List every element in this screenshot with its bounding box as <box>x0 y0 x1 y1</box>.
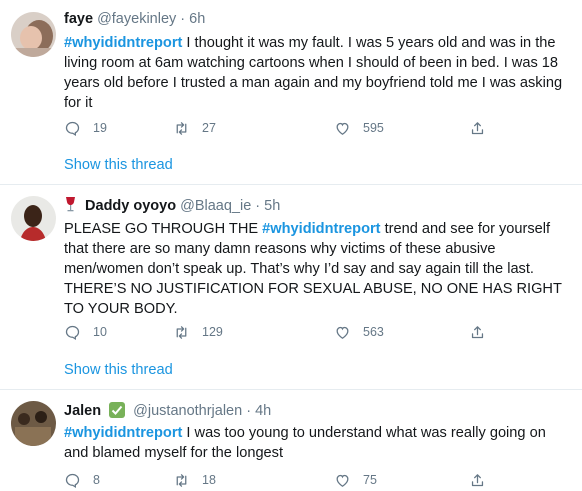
like-icon <box>336 122 349 135</box>
handle[interactable]: @fayekinley <box>97 11 176 27</box>
share-button[interactable] <box>469 117 498 139</box>
reply-count: 19 <box>93 121 107 135</box>
reply-button[interactable]: 8 <box>64 469 100 491</box>
retweet-button[interactable]: 18 <box>173 469 216 491</box>
tweet-header: Jalen @justanothrjalen · 4h <box>64 402 271 419</box>
reply-icon <box>65 121 80 136</box>
reply-icon <box>65 473 80 488</box>
handle[interactable]: @Blaaq_ie <box>180 198 251 214</box>
show-thread-link[interactable]: Show this thread <box>64 157 173 173</box>
separator: · <box>246 403 252 419</box>
display-name[interactable]: Jalen <box>64 403 101 419</box>
timestamp[interactable]: 6h <box>189 11 205 27</box>
retweet-icon <box>176 325 187 339</box>
like-button[interactable]: 563 <box>334 321 384 343</box>
tweet-text: #whyididntreport I thought it was my fau… <box>64 33 574 113</box>
retweet-count: 129 <box>202 325 223 339</box>
handle[interactable]: @justanothrjalen <box>133 403 242 419</box>
check-badge-icon <box>109 402 126 418</box>
like-count: 563 <box>363 325 384 339</box>
tweet-actions: 10 129 563 <box>64 321 564 343</box>
tweet-header: faye @fayekinley · 6h <box>64 11 205 27</box>
tweet-text: #whyididntreport I was too young to unde… <box>64 423 574 463</box>
avatar[interactable] <box>11 12 56 57</box>
like-button[interactable]: 595 <box>334 117 384 139</box>
timestamp[interactable]: 4h <box>255 403 271 419</box>
avatar[interactable] <box>11 401 56 446</box>
display-name[interactable]: Daddy oyoyo <box>85 198 176 214</box>
like-button[interactable]: 75 <box>334 469 377 491</box>
tweet-header: Daddy oyoyo @Blaaq_ie · 5h <box>64 197 280 216</box>
show-thread-link[interactable]: Show this thread <box>64 362 173 378</box>
retweet-count: 27 <box>202 121 216 135</box>
retweet-icon <box>176 121 187 135</box>
like-count: 595 <box>363 121 384 135</box>
reply-button[interactable]: 10 <box>64 321 107 343</box>
tweet-body-start: PLEASE GO THROUGH THE <box>64 221 263 237</box>
retweet-button[interactable]: 129 <box>173 321 223 343</box>
reply-button[interactable]: 19 <box>64 117 107 139</box>
tweet-actions: 19 27 595 <box>64 117 564 139</box>
share-icon <box>471 325 484 338</box>
timestamp[interactable]: 5h <box>264 198 280 214</box>
hashtag-link[interactable]: #whyididntreport <box>64 425 182 441</box>
retweet-icon <box>176 473 187 487</box>
share-button[interactable] <box>469 321 498 343</box>
share-icon <box>471 121 484 134</box>
retweet-button[interactable]: 27 <box>173 117 216 139</box>
wine-glass-icon <box>64 197 77 216</box>
reply-icon <box>65 325 80 340</box>
separator: · <box>255 198 261 214</box>
divider <box>0 184 582 185</box>
tweet-text: PLEASE GO THROUGH THE #whyididntreport t… <box>64 219 574 319</box>
reply-count: 8 <box>93 473 100 487</box>
divider <box>0 389 582 390</box>
hashtag-link[interactable]: #whyididntreport <box>64 35 182 51</box>
like-count: 75 <box>363 473 377 487</box>
hashtag-link[interactable]: #whyididntreport <box>262 221 380 237</box>
tweet-actions: 8 18 75 <box>64 469 564 491</box>
retweet-count: 18 <box>202 473 216 487</box>
share-icon <box>471 473 484 486</box>
share-button[interactable] <box>469 469 498 491</box>
like-icon <box>336 474 349 487</box>
reply-count: 10 <box>93 325 107 339</box>
like-icon <box>336 326 349 339</box>
avatar[interactable] <box>11 196 56 241</box>
display-name[interactable]: faye <box>64 11 93 27</box>
separator: · <box>180 11 186 27</box>
